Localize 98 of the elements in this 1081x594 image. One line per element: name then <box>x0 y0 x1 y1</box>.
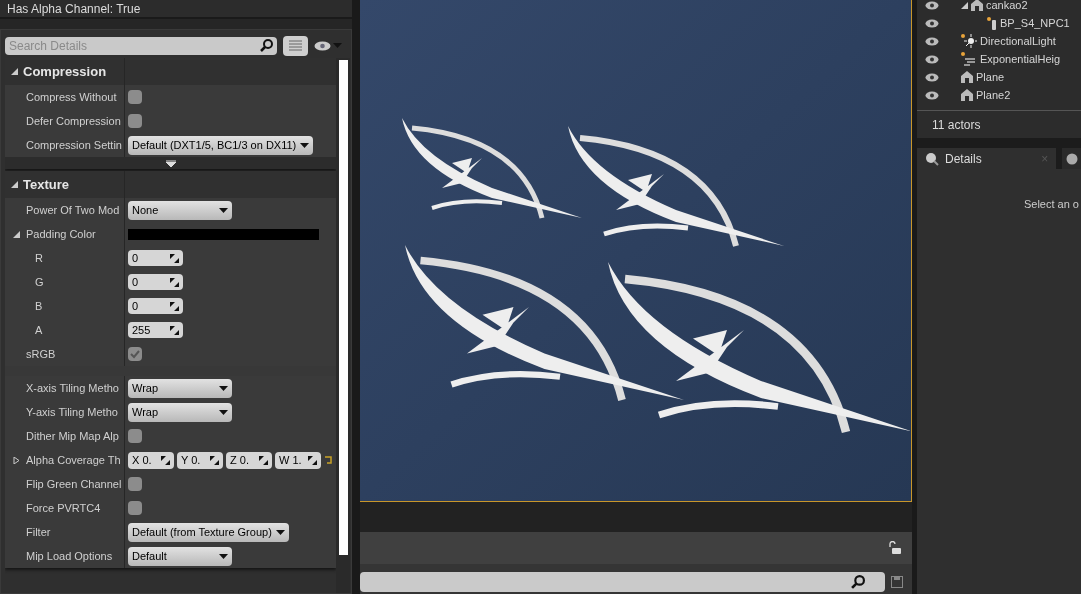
eye-icon <box>314 40 331 51</box>
dropdown[interactable]: Default (DXT1/5, BC1/3 on DX11) <box>128 135 314 155</box>
double-caret-icon <box>165 159 176 167</box>
spin-arrows-icon <box>210 455 219 465</box>
list-icon <box>289 40 302 51</box>
check-icon <box>130 349 140 359</box>
expander-icon[interactable] <box>13 230 20 238</box>
expander-icon[interactable] <box>11 68 18 75</box>
unlocked-lock-icon[interactable] <box>888 541 902 555</box>
outliner-item[interactable]: Plane2 <box>976 86 1011 104</box>
search-icon <box>260 39 273 52</box>
category-title[interactable]: Texture <box>23 174 69 195</box>
spin-arrows-icon <box>259 455 268 465</box>
property-label: Filter <box>26 524 51 540</box>
spin-arrows-icon <box>161 455 170 465</box>
property-label: Alpha Coverage Th <box>26 452 121 468</box>
sun-icon <box>961 34 977 48</box>
property-label: Dither Mip Map Alp <box>26 428 119 444</box>
save-icon[interactable] <box>891 576 903 588</box>
checkbox[interactable] <box>128 477 142 491</box>
caret-icon <box>219 553 228 559</box>
checkbox[interactable] <box>128 429 142 443</box>
checkbox[interactable] <box>128 114 142 128</box>
caret-icon <box>219 207 228 213</box>
info-magnifier-icon <box>925 151 939 166</box>
caret-icon <box>219 409 228 415</box>
property-label: R <box>35 250 43 266</box>
details-tab[interactable]: Details × <box>917 148 1057 169</box>
empty-selection-message: Select an o <box>1023 197 1079 212</box>
expander-icon[interactable] <box>13 456 20 464</box>
dropdown[interactable]: Default <box>128 546 232 566</box>
property-label: Power Of Two Mod <box>26 202 120 218</box>
vector-component-field[interactable]: W 1. <box>275 451 321 469</box>
vector-component-field[interactable]: Z 0. <box>226 451 272 469</box>
property-label: A <box>35 322 43 338</box>
vector-component-field[interactable]: Y 0. <box>177 451 223 469</box>
property-label: Compression Settin <box>26 137 122 153</box>
dropdown[interactable]: Default (from Texture Group) <box>128 522 289 542</box>
property-label: sRGB <box>26 346 56 362</box>
property-label: Defer Compression <box>26 113 121 129</box>
property-label: Y-axis Tiling Metho <box>26 404 118 420</box>
spin-arrows-icon <box>308 455 317 465</box>
category-title[interactable]: Compression <box>23 61 107 82</box>
spin-arrows-icon <box>170 301 179 311</box>
eye-icon[interactable] <box>925 0 939 10</box>
property-label: Flip Green Channel <box>26 476 122 492</box>
property-label: B <box>35 298 43 314</box>
caret-icon <box>300 142 310 148</box>
tab-label: Details <box>945 150 983 168</box>
property-label: Padding Color <box>26 226 96 242</box>
caret-icon <box>275 529 285 535</box>
actor-count: 11 actors <box>932 116 981 134</box>
visibility-button[interactable] <box>314 40 342 51</box>
eye-icon[interactable] <box>925 90 939 100</box>
dropdown[interactable]: None <box>128 200 232 220</box>
checkbox[interactable] <box>128 347 142 361</box>
number-field[interactable]: 0 <box>128 250 183 266</box>
globe-icon[interactable] <box>1065 152 1078 165</box>
eye-icon[interactable] <box>925 18 939 28</box>
outliner-item[interactable]: DirectionalLight <box>980 32 1056 50</box>
search-field[interactable] <box>360 572 885 592</box>
house-icon <box>961 89 973 101</box>
expander-icon[interactable] <box>961 1 968 9</box>
list-view-button[interactable] <box>283 35 308 56</box>
caret-icon <box>333 43 342 48</box>
spin-arrows-icon <box>170 253 179 263</box>
number-field[interactable]: 255 <box>128 322 183 338</box>
house-icon <box>971 0 983 11</box>
eye-icon[interactable] <box>925 72 939 82</box>
fog-icon <box>961 52 977 66</box>
number-field[interactable]: 0 <box>128 298 183 314</box>
checkbox[interactable] <box>128 501 142 515</box>
eye-icon[interactable] <box>925 54 939 64</box>
property-label: Force PVRTC4 <box>26 500 101 516</box>
dropdown[interactable]: Wrap <box>128 402 232 422</box>
vector-component-field[interactable]: X 0. <box>128 451 174 469</box>
property-label: Mip Load Options <box>26 548 113 564</box>
property-label: X-axis Tiling Metho <box>26 380 119 396</box>
outliner-item[interactable]: BP_S4_NPC1 <box>1000 14 1070 32</box>
expander-icon[interactable] <box>11 181 18 188</box>
checkbox[interactable] <box>128 90 142 104</box>
outliner-item[interactable]: Plane <box>976 68 1005 86</box>
spin-arrows-icon <box>170 277 179 287</box>
property-label: G <box>35 274 44 290</box>
scrollbar-thumb[interactable] <box>338 60 348 555</box>
number-field[interactable]: 0 <box>128 274 183 290</box>
house-icon <box>961 71 973 83</box>
info-text: Has Alpha Channel: True <box>7 0 141 18</box>
dropdown[interactable]: Wrap <box>128 378 232 398</box>
color-swatch[interactable] <box>128 228 319 240</box>
property-label: Compress Without <box>26 89 117 105</box>
eye-icon[interactable] <box>925 36 939 46</box>
search-icon <box>851 575 865 589</box>
outliner-item[interactable]: cankao2 <box>986 0 1028 14</box>
caret-icon <box>219 385 228 391</box>
figure-icon <box>987 16 997 30</box>
outliner-item[interactable]: ExponentialHeig <box>980 50 1061 68</box>
spin-arrows-icon <box>170 325 179 335</box>
